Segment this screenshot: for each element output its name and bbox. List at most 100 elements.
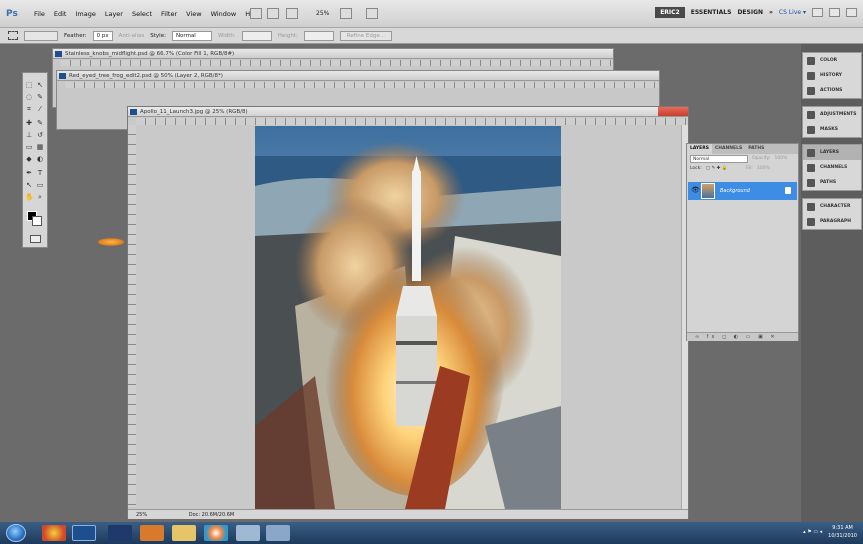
extras-icon[interactable]	[286, 8, 298, 19]
path-select-icon[interactable]: ↖	[25, 181, 33, 189]
clock-date: 10/31/2010	[828, 533, 857, 539]
dock-layers[interactable]: LAYERS	[803, 145, 861, 160]
layers-panel-footer[interactable]: ∞ fx ◻ ◐ ▭ ▣ ✕	[687, 332, 798, 341]
tab-channels[interactable]: CHANNELS	[712, 144, 745, 154]
status-zoom[interactable]: 25%	[136, 512, 147, 518]
menu-filter[interactable]: Filter	[161, 10, 177, 18]
clock[interactable]: 9:31 AM 10/31/2010	[828, 524, 857, 540]
paths-icon	[807, 178, 815, 187]
pen-tool-icon[interactable]: ✒	[25, 169, 33, 177]
menu-view[interactable]: View	[186, 10, 201, 18]
opacity-value[interactable]: 100%	[775, 154, 788, 164]
eye-icon[interactable]: 👁	[691, 187, 700, 194]
menu-select[interactable]: Select	[132, 10, 152, 18]
app-icon-2[interactable]	[266, 525, 290, 541]
workspace-active[interactable]: ERIC2	[655, 7, 685, 18]
dock-channels[interactable]: CHANNELS	[803, 160, 861, 175]
tab-layers[interactable]: LAYERS	[687, 144, 712, 154]
dock-adjustments[interactable]: ADJUSTMENTS	[803, 107, 861, 122]
quick-mask-icon[interactable]	[30, 235, 41, 243]
blur-tool-icon[interactable]: ◆	[25, 155, 33, 163]
bridge-icon[interactable]	[250, 8, 262, 19]
restore-icon[interactable]	[829, 8, 840, 17]
menu-edit[interactable]: Edit	[54, 10, 67, 18]
chrome-icon[interactable]	[42, 525, 66, 541]
background-color-swatch[interactable]	[32, 216, 42, 226]
main-document-titlebar[interactable]: Apollo_11_Launch3.jpg @ 25% (RGB/8)	[128, 107, 688, 117]
style-select[interactable]: Normal	[171, 30, 212, 41]
zoom-level[interactable]: 25%	[316, 10, 329, 17]
type-tool-icon[interactable]: T	[36, 169, 44, 177]
dock-paragraph[interactable]: PARAGRAPH	[803, 214, 861, 229]
move-arrow-icon[interactable]: ↖	[36, 81, 44, 89]
fill-value[interactable]: 100%	[757, 164, 770, 174]
dock-masks[interactable]: MASKS	[803, 122, 861, 137]
hand-tool-icon[interactable]: ✋	[25, 193, 34, 201]
workspace-switcher: ERIC2 ESSENTIALS DESIGN » CS Live ▾	[655, 7, 863, 18]
dock-actions[interactable]: ACTIONS	[803, 83, 861, 98]
media-player-icon[interactable]	[204, 525, 228, 541]
status-doc-size: Doc: 20.6M/20.6M	[188, 512, 235, 518]
dock-character[interactable]: CHARACTER	[803, 199, 861, 214]
history-brush-icon[interactable]: ↺	[36, 131, 44, 139]
quick-select-icon[interactable]: ✎	[36, 93, 44, 101]
close-document-icon[interactable]	[658, 107, 688, 116]
photoshop-logo: Ps	[6, 9, 18, 19]
workspace-essentials[interactable]: ESSENTIALS	[691, 9, 732, 16]
arrange-documents-icon[interactable]	[340, 8, 352, 19]
document-2-titlebar[interactable]: Red_eyed_tree_frog_edit2.psd @ 50% (Laye…	[57, 71, 659, 81]
main-document-window[interactable]: Apollo_11_Launch3.jpg @ 25% (RGB/8) 25% …	[127, 106, 689, 519]
dock-group-layers: LAYERS CHANNELS PATHS	[802, 144, 862, 191]
width-input[interactable]	[241, 30, 272, 41]
selection-mode-icons[interactable]	[24, 30, 58, 41]
feather-input[interactable]: 0 px	[92, 30, 113, 41]
menu-image[interactable]: Image	[75, 10, 95, 18]
lock-icons[interactable]: ▢ ✎ ✚ 🔒	[706, 164, 728, 174]
antialias-checkbox[interactable]: Anti-alias	[119, 33, 145, 39]
tray-icons[interactable]: ▴ ⚑ ▭ ◂	[803, 528, 822, 536]
document-1-titlebar[interactable]: Stainless_knobs_midflight.psd @ 66.7% (C…	[53, 49, 613, 59]
layer-row-background[interactable]: 👁 Background	[688, 182, 797, 200]
refine-edge-button[interactable]: Refine Edge...	[339, 30, 392, 41]
menu-layer[interactable]: Layer	[105, 10, 123, 18]
folder-icon[interactable]	[172, 525, 196, 541]
start-button[interactable]	[6, 524, 26, 542]
photoshop-icon[interactable]	[108, 525, 132, 541]
gradient-tool-icon[interactable]: ▦	[36, 143, 44, 151]
dodge-tool-icon[interactable]: ◐	[36, 155, 44, 163]
height-input[interactable]	[303, 30, 334, 41]
image-canvas[interactable]	[255, 126, 561, 509]
photoshop-taskbar-icon[interactable]	[72, 525, 96, 541]
cs-live-button[interactable]: CS Live ▾	[779, 9, 806, 16]
screen-mode-icon[interactable]	[366, 8, 378, 19]
marquee-tool-icon[interactable]	[8, 31, 18, 40]
dock-paths[interactable]: PATHS	[803, 175, 861, 190]
eraser-icon[interactable]: ▭	[25, 143, 33, 151]
shape-tool-icon[interactable]: ▭	[36, 181, 44, 189]
ruler-horizontal	[61, 60, 613, 66]
healing-brush-icon[interactable]: ✚	[25, 119, 33, 127]
illustrator-icon[interactable]	[140, 525, 164, 541]
workspace-more[interactable]: »	[769, 9, 773, 16]
close-icon[interactable]	[846, 8, 857, 17]
app-icon[interactable]	[236, 525, 260, 541]
minibridge-icon[interactable]	[267, 8, 279, 19]
menu-window[interactable]: Window	[211, 10, 237, 18]
workspace-design[interactable]: DESIGN	[737, 9, 763, 16]
lasso-tool-icon[interactable]: ◌	[25, 93, 33, 101]
ruler-vertical	[128, 125, 136, 507]
menu-file[interactable]: File	[34, 10, 45, 18]
move-tool-icon[interactable]: ⬚	[25, 81, 33, 89]
brush-tool-icon[interactable]: ✎	[36, 119, 44, 127]
dock-history[interactable]: HISTORY	[803, 68, 861, 83]
clone-stamp-icon[interactable]: ⊥	[25, 131, 33, 139]
feather-label: Feather:	[64, 32, 87, 39]
zoom-tool-icon[interactable]: ⌕	[36, 193, 44, 201]
crop-tool-icon[interactable]: ⌗	[25, 105, 33, 113]
dock-color[interactable]: COLOR	[803, 53, 861, 68]
blend-mode-select[interactable]: Normal	[690, 155, 748, 163]
tab-paths[interactable]: PATHS	[745, 144, 767, 154]
layers-icon	[807, 148, 815, 157]
minimize-icon[interactable]	[812, 8, 823, 17]
eyedropper-icon[interactable]: ⁄	[36, 105, 44, 113]
